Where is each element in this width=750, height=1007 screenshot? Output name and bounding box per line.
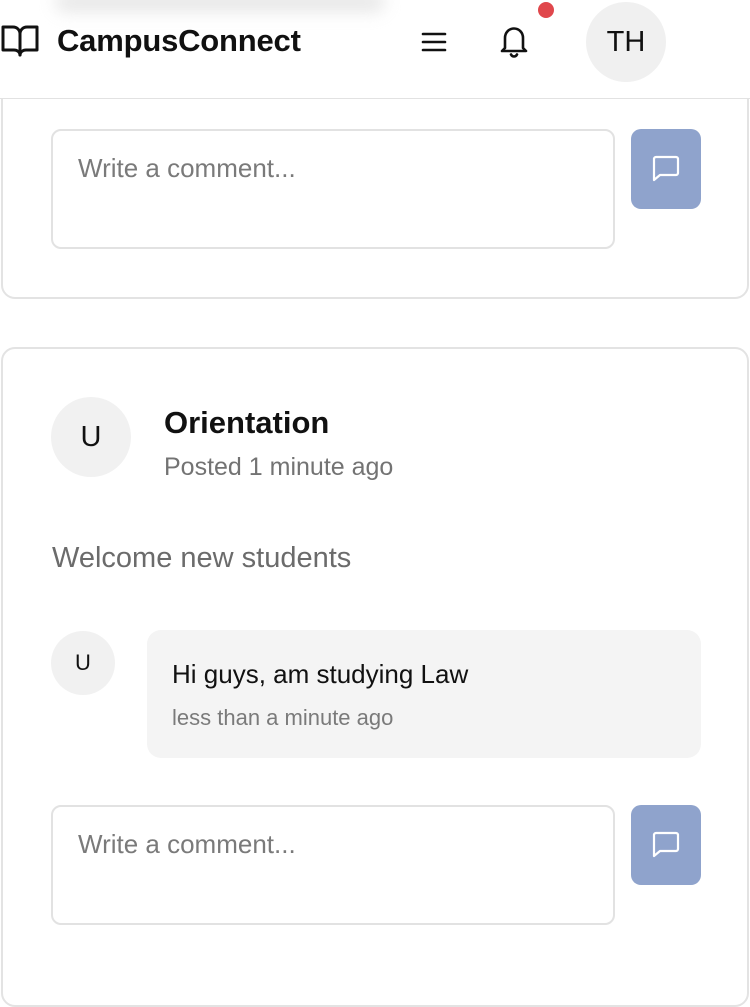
- brand-name[interactable]: CampusConnect: [57, 23, 301, 59]
- message-square-icon: [651, 154, 681, 185]
- comment-input[interactable]: [51, 129, 615, 249]
- header-blur-artifact: [55, 0, 385, 12]
- post-title: Orientation: [164, 405, 330, 440]
- open-book-icon[interactable]: [0, 24, 40, 58]
- send-comment-button[interactable]: [631, 129, 701, 209]
- message-square-icon: [651, 830, 681, 861]
- post-body: Welcome new students: [52, 542, 352, 574]
- post-author-avatar[interactable]: U: [51, 397, 131, 477]
- user-avatar-button[interactable]: TH: [586, 2, 666, 82]
- notification-badge: [538, 2, 554, 18]
- post-card: U Orientation Posted 1 minute ago Welcom…: [1, 347, 749, 1007]
- hamburger-menu-icon[interactable]: [418, 26, 450, 58]
- top-nav-bar: CampusConnect TH: [0, 0, 750, 99]
- comment-input[interactable]: [51, 805, 615, 925]
- bell-icon[interactable]: [496, 22, 532, 60]
- comment-item: Hi guys, am studying Law less than a min…: [147, 630, 701, 758]
- comment-timestamp: less than a minute ago: [172, 705, 394, 730]
- comment-text: Hi guys, am studying Law: [172, 659, 469, 689]
- send-comment-button[interactable]: [631, 805, 701, 885]
- comment-author-avatar[interactable]: U: [51, 631, 115, 695]
- post-timestamp: Posted 1 minute ago: [164, 453, 394, 481]
